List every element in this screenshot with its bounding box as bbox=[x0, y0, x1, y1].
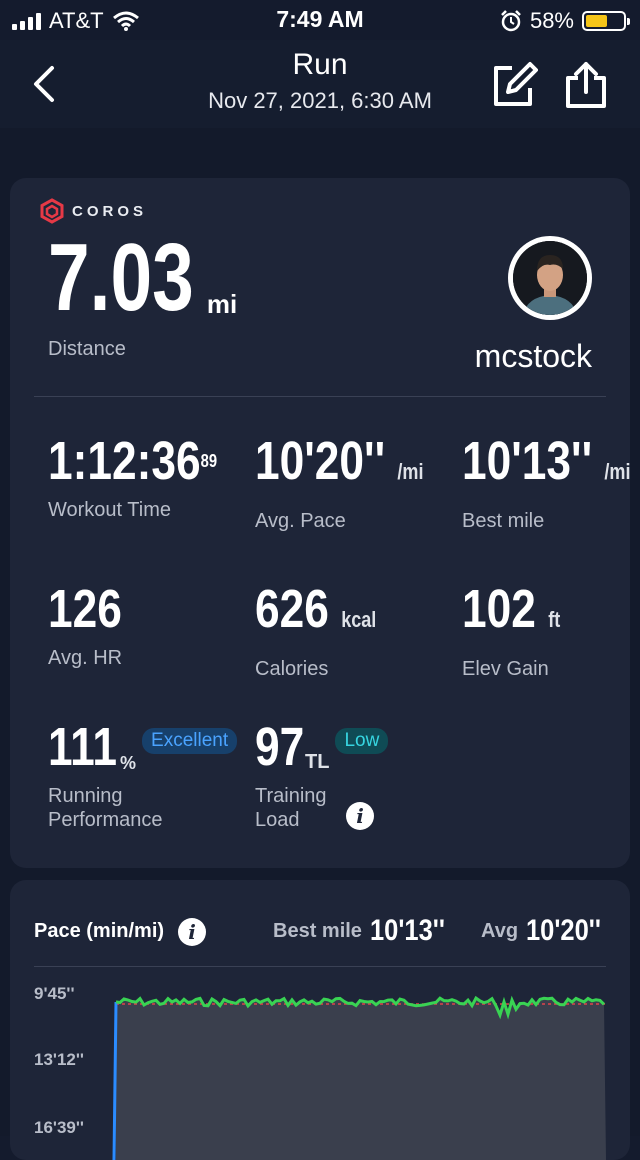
best-mile-stat: Best mile 10'13'' bbox=[273, 914, 445, 947]
page-subtitle: Nov 27, 2021, 6:30 AM bbox=[208, 88, 432, 113]
avatar[interactable] bbox=[508, 236, 592, 320]
info-icon[interactable]: i bbox=[346, 802, 374, 830]
brand-name: COROS bbox=[72, 202, 148, 220]
share-icon[interactable] bbox=[562, 60, 610, 110]
pace-chart-card: Pace (min/mi) i Best mile 10'13'' Avg 10… bbox=[10, 880, 630, 1160]
metric-running-performance: 111 % Excellent Running Performance bbox=[48, 720, 238, 832]
user-avatar-icon bbox=[513, 241, 587, 315]
edit-icon[interactable] bbox=[490, 60, 538, 110]
status-badge: Low bbox=[335, 728, 389, 754]
alarm-icon bbox=[501, 10, 521, 32]
status-badge: Excellent bbox=[142, 728, 238, 754]
distance-label: Distance bbox=[48, 338, 126, 360]
metric-workout-time: 1:12:3689 Workout Time bbox=[48, 431, 218, 521]
coros-logo-icon bbox=[40, 198, 64, 224]
nav-header: Run Nov 27, 2021, 6:30 AM bbox=[0, 40, 640, 128]
y-tick-label: 9'45'' bbox=[34, 984, 75, 1003]
divider bbox=[34, 966, 606, 967]
pace-chart-title: Pace (min/mi) bbox=[34, 920, 165, 942]
y-tick-label: 13'12'' bbox=[34, 1050, 84, 1069]
username[interactable]: mcstock bbox=[475, 338, 592, 375]
metric-calories: 626 kcal Calories bbox=[255, 579, 377, 680]
metric-elev-gain: 102 ft Elev Gain bbox=[462, 579, 561, 680]
pace-chart bbox=[112, 995, 606, 1160]
page-title: Run bbox=[292, 48, 348, 81]
pace-start-line bbox=[112, 1001, 118, 1160]
metric-avg-pace: 10'20'' /mi Avg. Pace bbox=[255, 431, 424, 532]
status-bar: AT&T 7:49 AM 58% bbox=[0, 0, 640, 40]
info-icon[interactable]: i bbox=[178, 918, 206, 946]
y-tick-label: 16'39'' bbox=[34, 1118, 84, 1137]
metric-best-mile: 10'13'' /mi Best mile bbox=[462, 431, 631, 532]
workout-summary-card: COROS 7.03 mi Distance mcstock 1:12:3689… bbox=[10, 178, 630, 868]
battery-icon bbox=[582, 11, 630, 31]
distance-value: 7.03 mi bbox=[48, 224, 238, 331]
divider bbox=[34, 396, 606, 397]
coros-logo: COROS bbox=[40, 198, 147, 224]
metric-avg-hr: 126 Avg. HR bbox=[48, 579, 123, 669]
battery-percent: 58% bbox=[529, 8, 574, 33]
avg-pace-stat: Avg 10'20'' bbox=[481, 914, 601, 947]
